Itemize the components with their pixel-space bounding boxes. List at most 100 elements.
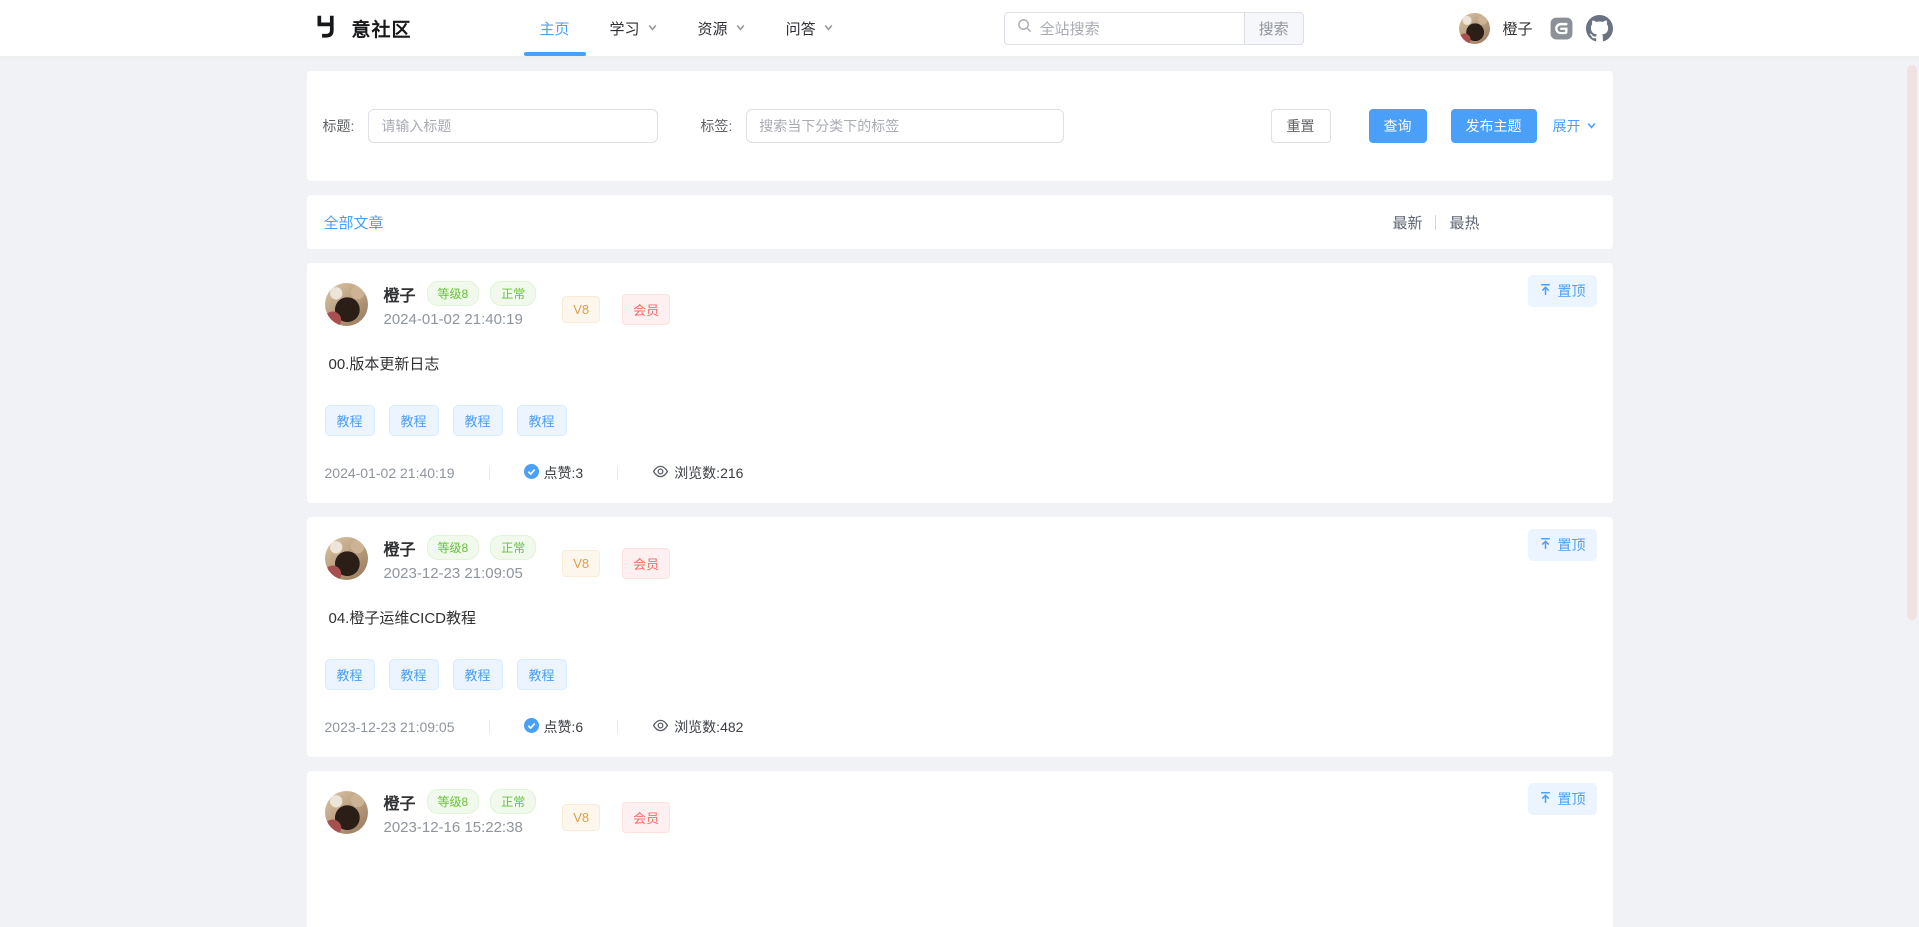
views-label: 浏览数:482 xyxy=(674,717,743,737)
title-filter-input[interactable] xyxy=(368,109,658,143)
header-user-area: 橙子 xyxy=(1459,13,1612,44)
post-author-name[interactable]: 橙子 xyxy=(384,536,416,560)
pin-top-label: 置顶 xyxy=(1558,281,1586,301)
post-footer: 2023-12-23 21:09:05 点赞:6 浏览数:482 xyxy=(325,717,1595,737)
chevron-down-icon xyxy=(647,20,658,37)
eye-icon xyxy=(652,463,669,483)
sort-divider xyxy=(1435,215,1436,230)
vip-level-badge: V8 xyxy=(562,550,600,577)
post-author-avatar[interactable] xyxy=(325,791,368,834)
search-icon xyxy=(1017,18,1032,38)
post-author-name[interactable]: 橙子 xyxy=(384,282,416,306)
github-icon[interactable] xyxy=(1586,15,1613,42)
like-check-icon xyxy=(524,464,539,482)
nav-item-learn-label: 学习 xyxy=(610,18,640,39)
like-check-icon xyxy=(524,718,539,736)
publish-topic-button[interactable]: 发布主题 xyxy=(1451,109,1537,143)
post-tag[interactable]: 教程 xyxy=(453,405,503,436)
footer-divider xyxy=(489,466,490,480)
pin-top-icon xyxy=(1539,537,1552,553)
post-date: 2024-01-02 21:40:19 xyxy=(384,311,537,328)
post-tag[interactable]: 教程 xyxy=(389,405,439,436)
likes-label: 点赞:6 xyxy=(544,717,584,737)
brand-logo[interactable]: 意社区 xyxy=(315,13,412,44)
post-header: 橙子 等级8 正常 2023-12-23 21:09:05 V8 会员 xyxy=(325,535,1595,582)
user-avatar[interactable] xyxy=(1459,13,1490,44)
all-articles-link[interactable]: 全部文章 xyxy=(324,212,384,233)
post-tag[interactable]: 教程 xyxy=(389,659,439,690)
tag-filter-label: 标签: xyxy=(700,116,732,136)
chevron-down-icon xyxy=(1586,118,1597,134)
eye-icon xyxy=(652,717,669,737)
post-author-name[interactable]: 橙子 xyxy=(384,790,416,814)
post-tags: 教程 教程 教程 教程 xyxy=(325,405,1595,436)
sort-group: 最新 最热 xyxy=(1392,212,1479,233)
post-date: 2023-12-16 15:22:38 xyxy=(384,819,537,836)
post-tag[interactable]: 教程 xyxy=(517,659,567,690)
post-footer-date: 2024-01-02 21:40:19 xyxy=(325,465,455,481)
pin-top-button[interactable]: 置顶 xyxy=(1528,529,1597,561)
post-card: 置顶 橙子 等级8 正常 2023-12-23 21:09:05 V8 会员 0… xyxy=(307,517,1613,757)
post-footer: 2024-01-02 21:40:19 点赞:3 浏览数:216 xyxy=(325,463,1595,483)
filter-actions: 重置 查询 发布主题 展开 xyxy=(1271,109,1597,143)
pin-top-icon xyxy=(1539,283,1552,299)
tag-filter-input[interactable] xyxy=(746,109,1064,143)
filter-title-group: 标题: xyxy=(323,109,659,143)
nav-item-learn[interactable]: 学习 xyxy=(610,0,658,56)
site-title: 意社区 xyxy=(352,15,412,42)
status-badge: 正常 xyxy=(490,535,536,560)
nav-item-qa[interactable]: 问答 xyxy=(786,0,834,56)
title-filter-label: 标题: xyxy=(323,116,355,136)
post-tag[interactable]: 教程 xyxy=(325,659,375,690)
post-card: 置顶 橙子 等级8 正常 2023-12-16 15:22:38 V8 会员 xyxy=(307,771,1613,927)
likes-stat: 点赞:6 xyxy=(524,717,584,737)
sort-hottest[interactable]: 最热 xyxy=(1449,212,1479,233)
views-stat: 浏览数:216 xyxy=(652,463,743,483)
member-badge: 会员 xyxy=(622,294,670,325)
main-nav: 主页 学习 资源 问答 xyxy=(540,0,834,56)
gitee-icon[interactable] xyxy=(1549,16,1574,41)
views-label: 浏览数:216 xyxy=(674,463,743,483)
list-header: 全部文章 最新 最热 xyxy=(307,195,1613,249)
post-title[interactable]: 00.版本更新日志 xyxy=(329,353,1595,374)
reset-button[interactable]: 重置 xyxy=(1271,109,1331,143)
username[interactable]: 橙子 xyxy=(1502,18,1532,39)
nav-item-qa-label: 问答 xyxy=(786,18,816,39)
vip-badges: V8 会员 xyxy=(562,294,670,325)
nav-item-home-label: 主页 xyxy=(540,18,570,39)
vip-badges: V8 会员 xyxy=(562,548,670,579)
chevron-down-icon xyxy=(735,20,746,37)
post-card: 置顶 橙子 等级8 正常 2024-01-02 21:40:19 V8 会员 0… xyxy=(307,263,1613,503)
post-header: 橙子 等级8 正常 2024-01-02 21:40:19 V8 会员 xyxy=(325,281,1595,328)
search-button[interactable]: 搜索 xyxy=(1244,12,1304,45)
expand-toggle[interactable]: 展开 xyxy=(1553,116,1597,136)
search-placeholder: 全站搜索 xyxy=(1040,18,1100,39)
post-tag[interactable]: 教程 xyxy=(453,659,503,690)
post-tag[interactable]: 教程 xyxy=(517,405,567,436)
scrollbar-thumb[interactable] xyxy=(1907,65,1917,620)
vip-level-badge: V8 xyxy=(562,296,600,323)
nav-item-resources[interactable]: 资源 xyxy=(698,0,746,56)
post-author-avatar[interactable] xyxy=(325,537,368,580)
pin-top-label: 置顶 xyxy=(1558,789,1586,809)
level-badge: 等级8 xyxy=(427,281,480,306)
post-title[interactable]: 04.橙子运维CICD教程 xyxy=(329,607,1595,628)
sort-newest[interactable]: 最新 xyxy=(1392,212,1422,233)
level-badge: 等级8 xyxy=(427,535,480,560)
status-badge: 正常 xyxy=(490,789,536,814)
pin-top-label: 置顶 xyxy=(1558,535,1586,555)
post-footer-date: 2023-12-23 21:09:05 xyxy=(325,719,455,735)
member-badge: 会员 xyxy=(622,802,670,833)
pin-top-button[interactable]: 置顶 xyxy=(1528,783,1597,815)
search-input[interactable]: 全站搜索 xyxy=(1004,12,1244,45)
post-author-info: 橙子 等级8 正常 2024-01-02 21:40:19 xyxy=(384,281,537,328)
post-date: 2023-12-23 21:09:05 xyxy=(384,565,537,582)
pin-top-button[interactable]: 置顶 xyxy=(1528,275,1597,307)
chevron-down-icon xyxy=(823,20,834,37)
nav-item-home[interactable]: 主页 xyxy=(540,0,570,56)
post-author-avatar[interactable] xyxy=(325,283,368,326)
query-button[interactable]: 查询 xyxy=(1369,109,1427,143)
post-author-info: 橙子 等级8 正常 2023-12-16 15:22:38 xyxy=(384,789,537,836)
post-tag[interactable]: 教程 xyxy=(325,405,375,436)
post-author-info: 橙子 等级8 正常 2023-12-23 21:09:05 xyxy=(384,535,537,582)
